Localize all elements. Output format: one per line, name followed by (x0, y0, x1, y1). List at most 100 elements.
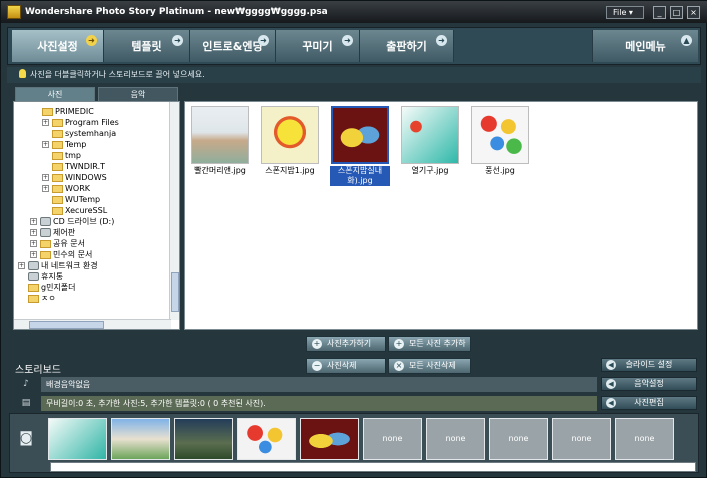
storyboard-slot[interactable] (237, 418, 296, 460)
close-button[interactable]: × (687, 6, 700, 19)
minus-icon: − (312, 361, 322, 371)
folder-icon (42, 107, 53, 116)
tree-item[interactable]: PRIMEDIC (42, 106, 94, 117)
photo-edit-button[interactable]: ◀ 사진편집 (601, 396, 697, 410)
expand-icon[interactable]: + (42, 174, 49, 181)
tab-label: 사진설정 (37, 40, 78, 53)
minimize-button[interactable]: _ (653, 6, 666, 19)
subtab-music[interactable]: 음악 (98, 87, 178, 101)
folder-icon (52, 151, 63, 160)
tree-horizontal-scrollbar[interactable] (14, 319, 171, 329)
expand-icon[interactable]: + (30, 251, 37, 258)
tab-label: 인트로&엔딩 (202, 40, 263, 53)
photo-thumbnail[interactable]: 빨간머리앤.jpg (190, 106, 250, 176)
tree-item[interactable]: + CD 드라이브 (D:) (30, 216, 114, 227)
recycle-bin-icon (28, 272, 39, 281)
app-logo-icon (7, 5, 21, 19)
lightbulb-icon (19, 69, 26, 78)
folder-icon (28, 294, 39, 303)
storyboard-slot[interactable] (111, 418, 170, 460)
folder-icon (28, 283, 39, 292)
photo-image (261, 106, 319, 164)
arrow-right-icon: ➜ (172, 35, 183, 46)
expand-icon[interactable]: + (42, 185, 49, 192)
slide-setting-button[interactable]: ◀ 슬라이드 설정 (601, 358, 697, 372)
photo-thumbnail[interactable]: 열기구.jpg (400, 106, 460, 176)
music-setting-button[interactable]: ◀ 음악설정 (601, 377, 697, 391)
window-title: Wondershare Photo Story Platinum - new₩g… (25, 7, 328, 17)
tree-item[interactable]: 휴지통 (28, 271, 63, 282)
tree-item[interactable]: TWNDIR.T (52, 161, 105, 172)
tree-item[interactable]: + WORK (42, 183, 90, 194)
storyboard-slot-empty[interactable]: none (552, 418, 611, 460)
info-icon: ▤ (21, 398, 31, 408)
tree-item[interactable]: + WINDOWS (42, 172, 107, 183)
storyboard-title: 스토리보드 (15, 365, 61, 376)
storyboard-slot-empty[interactable]: none (489, 418, 548, 460)
tree-item[interactable]: systemhanja (52, 128, 116, 139)
tree-item[interactable]: XecureSSL (52, 205, 107, 216)
app-window: Wondershare Photo Story Platinum - new₩g… (0, 0, 707, 478)
music-row[interactable]: 배경음악없음 (41, 377, 597, 392)
storyboard-slot-empty[interactable]: none (426, 418, 485, 460)
expand-icon[interactable]: + (30, 229, 37, 236)
scroll-thumb[interactable] (29, 321, 104, 329)
main-nav: 사진설정 ➜ 템플릿 ➜ 인트로&엔딩 ➜ 꾸미기 ➜ 출판하기 ➜ 메인메뉴 … (7, 27, 701, 65)
tab-publish[interactable]: 출판하기 ➜ (360, 30, 454, 62)
folder-icon (52, 184, 63, 193)
folder-icon (52, 140, 63, 149)
tree-item[interactable]: + 제어판 (30, 227, 75, 238)
storyboard-slot[interactable] (174, 418, 233, 460)
delete-all-photos-button[interactable]: × 모든 사진삭제 (388, 358, 471, 374)
tab-main-menu[interactable]: 메인메뉴 ▲ (592, 30, 698, 62)
file-menu[interactable]: File ▾ (606, 6, 644, 19)
x-icon: × (394, 361, 404, 371)
expand-icon[interactable]: + (18, 262, 25, 269)
storyboard-filmstrip: ◙ none none none none none (9, 413, 699, 473)
tab-decorate[interactable]: 꾸미기 ➜ (276, 30, 360, 62)
tab-intro-ending[interactable]: 인트로&엔딩 ➜ (190, 30, 276, 62)
title-bar: Wondershare Photo Story Platinum - new₩g… (1, 1, 707, 23)
tree-item[interactable]: + 민수의 문서 (30, 249, 92, 260)
arrow-left-icon: ◀ (606, 398, 616, 408)
photo-thumbnail-selected[interactable]: 스폰지밥실내화).jpg (330, 106, 390, 186)
delete-photo-button[interactable]: − 사진삭제 (306, 358, 386, 374)
tree-item[interactable]: + 내 네트워크 환경 (18, 260, 98, 271)
tree-item[interactable]: ㅈㅇ (28, 293, 56, 304)
expand-icon[interactable]: + (42, 119, 49, 126)
tab-label: 꾸미기 (302, 40, 333, 53)
tree-item[interactable]: + Program Files (42, 117, 119, 128)
storyboard-slot-empty[interactable]: none (363, 418, 422, 460)
control-panel-icon (40, 228, 51, 237)
tree-vertical-scrollbar[interactable] (169, 102, 179, 320)
tree-item[interactable]: tmp (52, 150, 81, 161)
tab-label: 출판하기 (386, 40, 427, 53)
filmstrip-scrollbar[interactable] (50, 462, 696, 472)
tab-photo-settings[interactable]: 사진설정 ➜ (12, 30, 104, 62)
plus-icon: + (394, 339, 404, 349)
storyboard-slot[interactable] (48, 418, 107, 460)
expand-icon[interactable]: + (30, 240, 37, 247)
expand-icon[interactable]: + (30, 218, 37, 225)
tab-label: 템플릿 (131, 40, 162, 53)
network-icon (28, 261, 39, 270)
tab-template[interactable]: 템플릿 ➜ (104, 30, 190, 62)
tree-item[interactable]: WUTemp (52, 194, 100, 205)
photo-thumbnail[interactable]: 스폰지밥1.jpg (260, 106, 320, 176)
photo-image (191, 106, 249, 164)
maximize-button[interactable]: □ (670, 6, 683, 19)
storyboard-slot-empty[interactable]: none (615, 418, 674, 460)
subtab-photo[interactable]: 사진 (15, 87, 95, 101)
expand-icon[interactable]: + (42, 141, 49, 148)
scroll-thumb[interactable] (171, 272, 179, 312)
add-all-photos-button[interactable]: + 모든 사진 추가하 (388, 336, 471, 352)
folder-icon (40, 250, 51, 259)
tree-item[interactable]: + 공유 문서 (30, 238, 85, 249)
arrow-left-icon: ◀ (606, 379, 616, 389)
storyboard-slot[interactable] (300, 418, 359, 460)
tree-item[interactable]: + Temp (42, 139, 86, 150)
arrow-right-icon: ➜ (258, 35, 269, 46)
tree-item[interactable]: g민지폴더 (28, 282, 76, 293)
add-photo-button[interactable]: + 사진추가하기 (306, 336, 386, 352)
photo-thumbnail[interactable]: 풍선.jpg (470, 106, 530, 176)
